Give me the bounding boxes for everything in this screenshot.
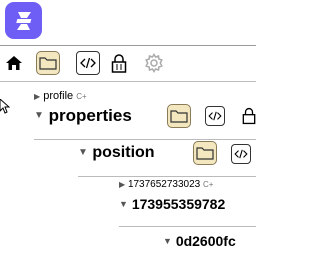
row-separator: [34, 139, 256, 140]
properties-lock-icon[interactable]: [242, 107, 256, 130]
mouse-cursor-icon: [0, 98, 11, 120]
tree-node-position[interactable]: ▼ position: [78, 144, 155, 162]
gear-icon[interactable]: [144, 53, 164, 78]
home-icon[interactable]: [5, 54, 23, 77]
node-label: profile: [43, 90, 74, 102]
collapse-arrow-icon[interactable]: ▼: [78, 147, 88, 158]
tree-node-key[interactable]: ▶ 1737652733023 C+: [119, 179, 213, 190]
node-label: properties: [48, 106, 132, 125]
collapse-arrow-icon[interactable]: ▼: [163, 236, 172, 246]
code-icon: [80, 57, 96, 69]
position-folder-button[interactable]: [193, 141, 217, 165]
tree-node-hex[interactable]: ▼ 0d2600fc: [163, 233, 236, 249]
position-code-button[interactable]: [231, 144, 251, 164]
app-logo[interactable]: [5, 2, 42, 39]
toolbar-bottom-border: [0, 81, 256, 82]
node-label: position: [92, 144, 155, 161]
add-child-icon[interactable]: C+: [203, 180, 213, 189]
node-label: 173955359782: [131, 196, 226, 212]
tree-node-value[interactable]: ▼ 173955359782: [119, 196, 225, 212]
expand-arrow-icon[interactable]: ▶: [34, 92, 40, 101]
collapse-arrow-icon[interactable]: ▼: [34, 110, 44, 121]
properties-code-button[interactable]: [205, 106, 225, 126]
folder-icon: [170, 110, 188, 123]
folder-icon: [39, 57, 57, 70]
lock-icon[interactable]: [111, 54, 127, 78]
s-logo-icon: [15, 11, 31, 30]
add-child-icon[interactable]: C+: [76, 92, 86, 101]
code-icon: [234, 149, 248, 159]
code-icon: [208, 111, 222, 121]
tree-node-profile[interactable]: ▶ profile C+: [34, 90, 87, 102]
node-label: 1737652733023: [127, 179, 201, 190]
collapse-arrow-icon[interactable]: ▼: [119, 199, 128, 209]
folder-icon: [196, 147, 214, 160]
toolbar: [0, 45, 256, 81]
node-label: 0d2600fc: [175, 233, 236, 249]
row-separator: [119, 226, 256, 227]
row-separator: [78, 176, 256, 177]
tree-node-properties[interactable]: ▼ properties: [34, 106, 132, 126]
properties-folder-button[interactable]: [167, 104, 191, 128]
expand-arrow-icon[interactable]: ▶: [119, 180, 125, 189]
folder-button[interactable]: [36, 51, 60, 75]
code-button[interactable]: [76, 51, 100, 75]
